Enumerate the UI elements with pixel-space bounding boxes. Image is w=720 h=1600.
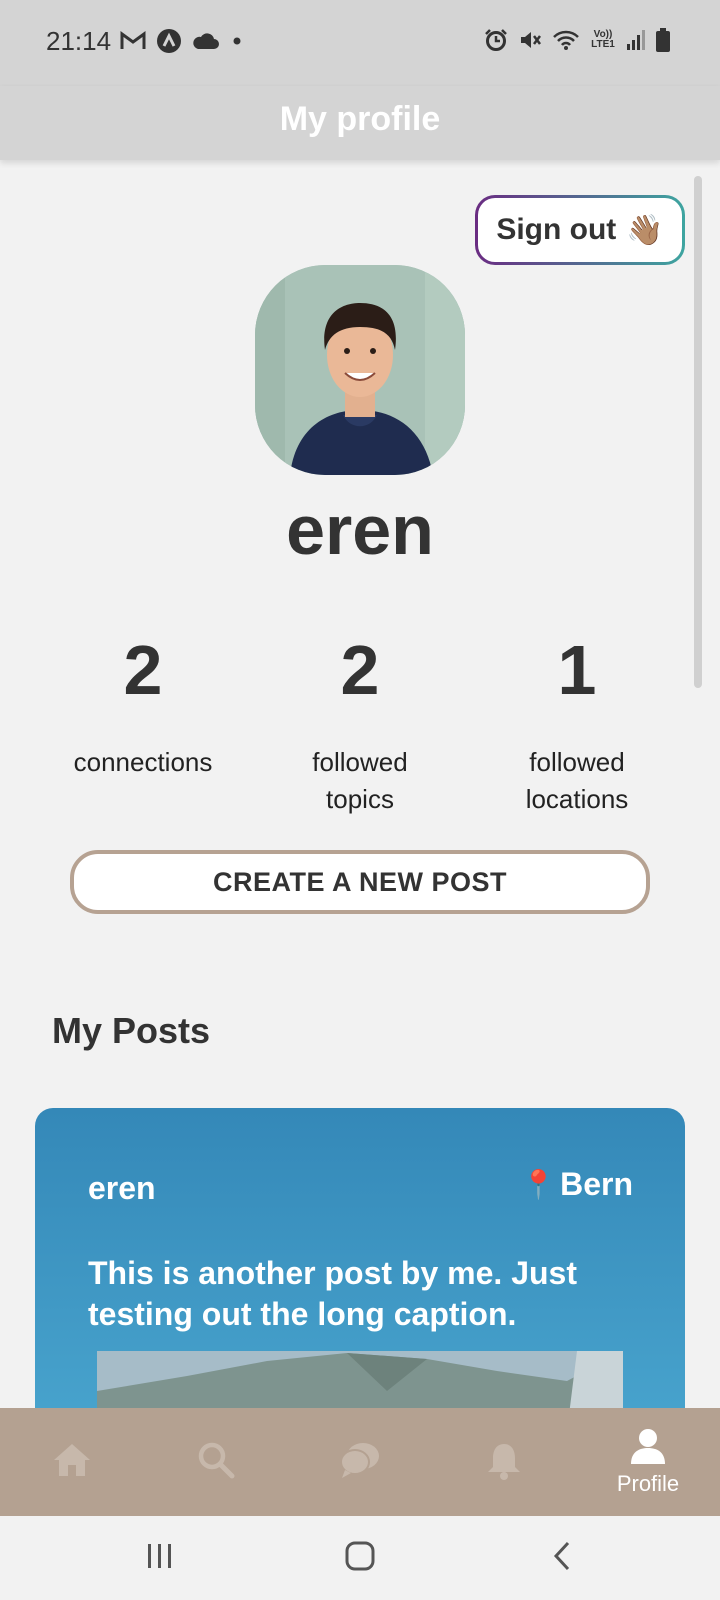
sign-out-label: Sign out xyxy=(496,213,617,246)
stat-value: 1 xyxy=(557,631,597,709)
volte-icon: Vo)) LTE1 xyxy=(591,29,615,50)
stat-followed-locations[interactable]: 1 followed locations xyxy=(477,630,677,818)
home-system-button[interactable] xyxy=(330,1538,390,1578)
recent-apps-button[interactable] xyxy=(130,1538,190,1578)
status-bar: 21:14 Vo)) LTE1 xyxy=(0,0,720,86)
status-time: 21:14 xyxy=(46,26,112,56)
stat-value: 2 xyxy=(123,631,163,709)
search-icon xyxy=(196,1440,236,1485)
nav-search[interactable] xyxy=(144,1408,288,1516)
app-header: My profile xyxy=(0,86,720,160)
post-location[interactable]: 📍 Bern xyxy=(521,1166,633,1203)
stat-label: followed locations xyxy=(525,747,629,814)
nav-notifications[interactable] xyxy=(432,1408,576,1516)
post-image[interactable] xyxy=(97,1351,623,1408)
home-square-icon xyxy=(344,1540,376,1577)
home-icon xyxy=(52,1440,92,1485)
stat-value: 2 xyxy=(340,631,380,709)
stat-followed-topics[interactable]: 2 followed topics xyxy=(260,630,460,818)
my-posts-heading: My Posts xyxy=(52,1010,211,1051)
stat-label: followed topics xyxy=(312,747,408,814)
create-new-post-button[interactable]: CREATE A NEW POST xyxy=(70,850,650,914)
bell-icon xyxy=(485,1440,523,1485)
post-location-label: Bern xyxy=(560,1166,633,1202)
create-post-label: CREATE A NEW POST xyxy=(212,866,507,897)
sign-out-button[interactable]: Sign out 👋🏽 xyxy=(475,195,685,265)
system-nav-bar xyxy=(0,1516,720,1600)
battery-icon xyxy=(656,28,670,52)
post-card[interactable]: eren 📍 Bern This is another post by me. … xyxy=(35,1108,685,1408)
gmail-icon xyxy=(120,31,146,51)
page-title: My profile xyxy=(279,99,441,138)
pin-icon: 📍 xyxy=(521,1169,557,1200)
person-icon xyxy=(629,1428,667,1469)
stat-label: connections xyxy=(73,747,213,777)
cloud-icon xyxy=(192,31,220,51)
bottom-nav: Profile xyxy=(0,1408,720,1516)
nav-home[interactable] xyxy=(0,1408,144,1516)
alarm-icon xyxy=(484,28,508,52)
wifi-icon xyxy=(552,29,580,51)
dot-icon xyxy=(230,34,244,48)
back-button[interactable] xyxy=(532,1538,592,1578)
app-icon xyxy=(156,28,182,54)
signal-icon xyxy=(626,29,646,51)
recent-apps-icon xyxy=(145,1542,175,1575)
avatar xyxy=(255,265,465,475)
nav-chat[interactable] xyxy=(288,1408,432,1516)
stat-connections[interactable]: 2 connections xyxy=(43,630,243,781)
waving-hand-icon: 👋🏽 xyxy=(626,213,664,247)
scrollbar[interactable] xyxy=(694,176,702,688)
post-author[interactable]: eren xyxy=(88,1170,156,1207)
back-chevron-icon xyxy=(550,1540,574,1577)
chat-icon xyxy=(339,1440,381,1485)
mute-icon xyxy=(518,28,542,52)
nav-profile-label: Profile xyxy=(616,1470,680,1496)
post-caption: This is another post by me. Just testing… xyxy=(88,1255,577,1332)
nav-profile[interactable]: Profile xyxy=(576,1408,720,1516)
profile-username: eren xyxy=(286,491,434,569)
